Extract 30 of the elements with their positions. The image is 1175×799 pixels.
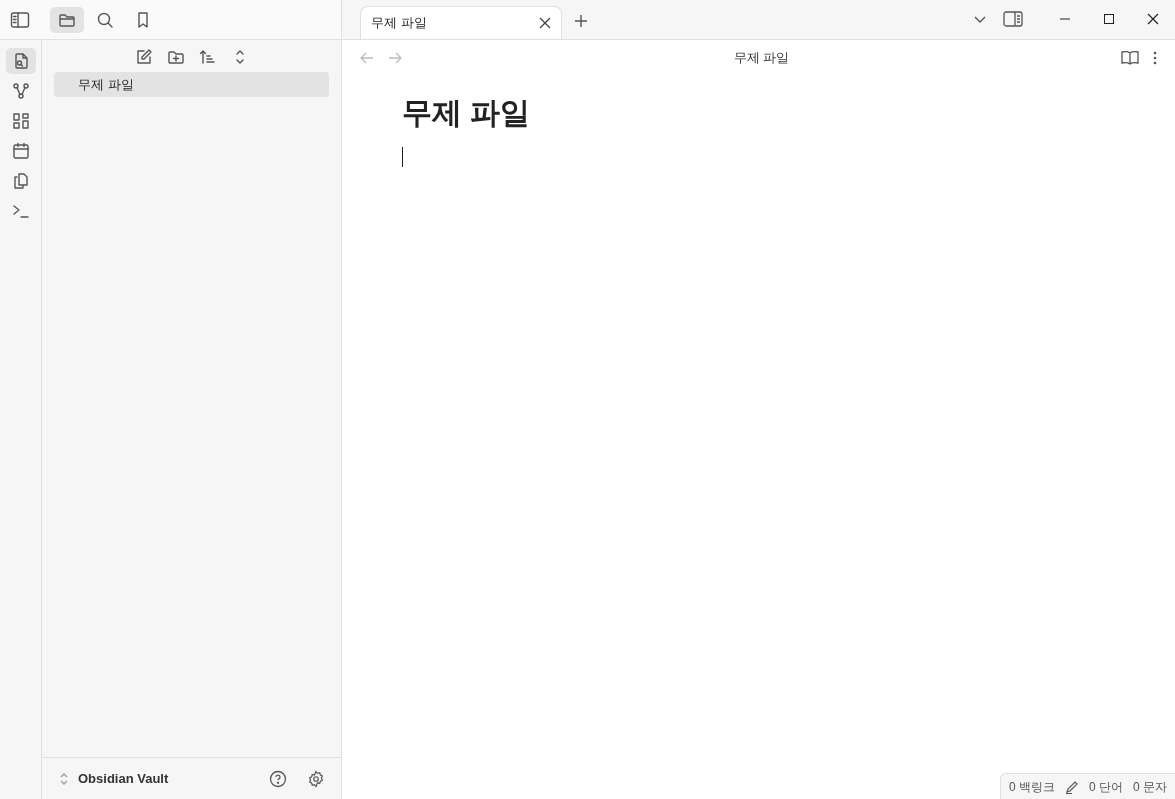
help-icon[interactable] [269, 769, 287, 788]
book-icon[interactable] [1121, 50, 1139, 66]
file-item[interactable]: 무제 파일 [54, 72, 329, 97]
pencil-icon[interactable] [1064, 779, 1079, 794]
note-title[interactable]: 무제 파일 [402, 90, 1175, 135]
folder-tab[interactable] [50, 6, 84, 33]
vault-name[interactable]: Obsidian Vault [78, 768, 261, 789]
blocks-icon [11, 112, 30, 130]
sort-icon[interactable] [198, 48, 217, 66]
search-icon [96, 10, 114, 29]
settings-icon[interactable] [307, 769, 325, 788]
close-icon[interactable] [1147, 13, 1159, 25]
file-search-button[interactable] [5, 48, 36, 74]
sidebar-toggle-icon[interactable] [10, 10, 30, 29]
more-options-icon[interactable] [1153, 51, 1157, 65]
calendar-icon [11, 142, 30, 160]
copy-icon [11, 172, 30, 190]
edit-icon[interactable] [134, 48, 153, 66]
backlinks-count[interactable]: 0 백링크 [1008, 777, 1055, 796]
character-count: 0 문자 [1133, 778, 1167, 796]
maximize-icon[interactable] [1103, 13, 1115, 25]
new-folder-icon[interactable] [166, 48, 185, 66]
close-icon[interactable] [539, 17, 551, 29]
view-title: 무제 파일 [733, 49, 790, 68]
word-count: 0 단어 [1088, 778, 1123, 796]
note-tab[interactable]: 무제 파일 [360, 6, 562, 39]
graph-icon [11, 82, 30, 100]
new-tab-icon[interactable] [574, 14, 588, 28]
text-cursor [402, 147, 403, 167]
sidebar-toggle-icon[interactable] [1003, 11, 1023, 27]
